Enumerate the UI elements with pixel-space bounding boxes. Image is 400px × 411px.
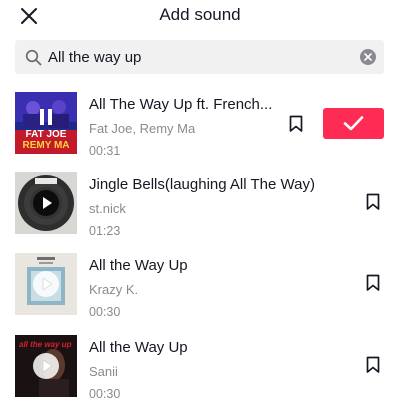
song-artist: Sanii [89, 364, 118, 379]
song-title: Jingle Bells(laughing All The Way) [89, 176, 315, 193]
bookmark-icon[interactable] [289, 115, 303, 133]
album-cover [15, 172, 77, 234]
page-title: Add sound [159, 5, 241, 24]
album-cover: all the way up [15, 335, 77, 397]
cover-text: REMY MA [22, 140, 69, 151]
cover-text: all the way up [19, 340, 72, 349]
album-cover [15, 253, 77, 315]
song-title: All the Way Up [89, 339, 188, 356]
bookmark-icon[interactable] [366, 356, 380, 374]
header: Add sound [0, 0, 400, 32]
pause-icon[interactable] [38, 109, 54, 125]
list-item[interactable]: Jingle Bells(laughing All The Way) st.ni… [0, 172, 400, 242]
search-bar [15, 40, 384, 74]
song-duration: 00:30 [89, 387, 121, 401]
song-artist: st.nick [89, 201, 126, 216]
song-artist: Krazy K. [89, 282, 139, 297]
play-icon[interactable] [33, 271, 59, 297]
song-title: All The Way Up ft. French... [89, 96, 273, 113]
search-input[interactable] [48, 40, 348, 74]
play-icon[interactable] [33, 190, 59, 216]
song-duration: 00:30 [89, 305, 121, 319]
song-duration: 00:31 [89, 144, 121, 158]
use-sound-button[interactable] [323, 108, 384, 139]
list-item[interactable]: FAT JOE REMY MA All The Way Up ft. Frenc… [0, 92, 400, 162]
clear-icon[interactable] [360, 49, 376, 65]
cover-text: FAT JOE [26, 129, 67, 140]
song-title: All the Way Up [89, 257, 188, 274]
search-icon [25, 49, 42, 66]
song-duration: 01:23 [89, 224, 121, 238]
list-item[interactable]: All the Way Up Krazy K. 00:30 [0, 253, 400, 323]
bookmark-icon[interactable] [366, 274, 380, 292]
album-cover: FAT JOE REMY MA [15, 92, 77, 154]
list-item[interactable]: all the way up All the Way Up Sanii 00:3… [0, 335, 400, 405]
bookmark-icon[interactable] [366, 193, 380, 211]
song-artist: Fat Joe, Remy Ma [89, 121, 196, 136]
play-icon[interactable] [33, 353, 59, 379]
